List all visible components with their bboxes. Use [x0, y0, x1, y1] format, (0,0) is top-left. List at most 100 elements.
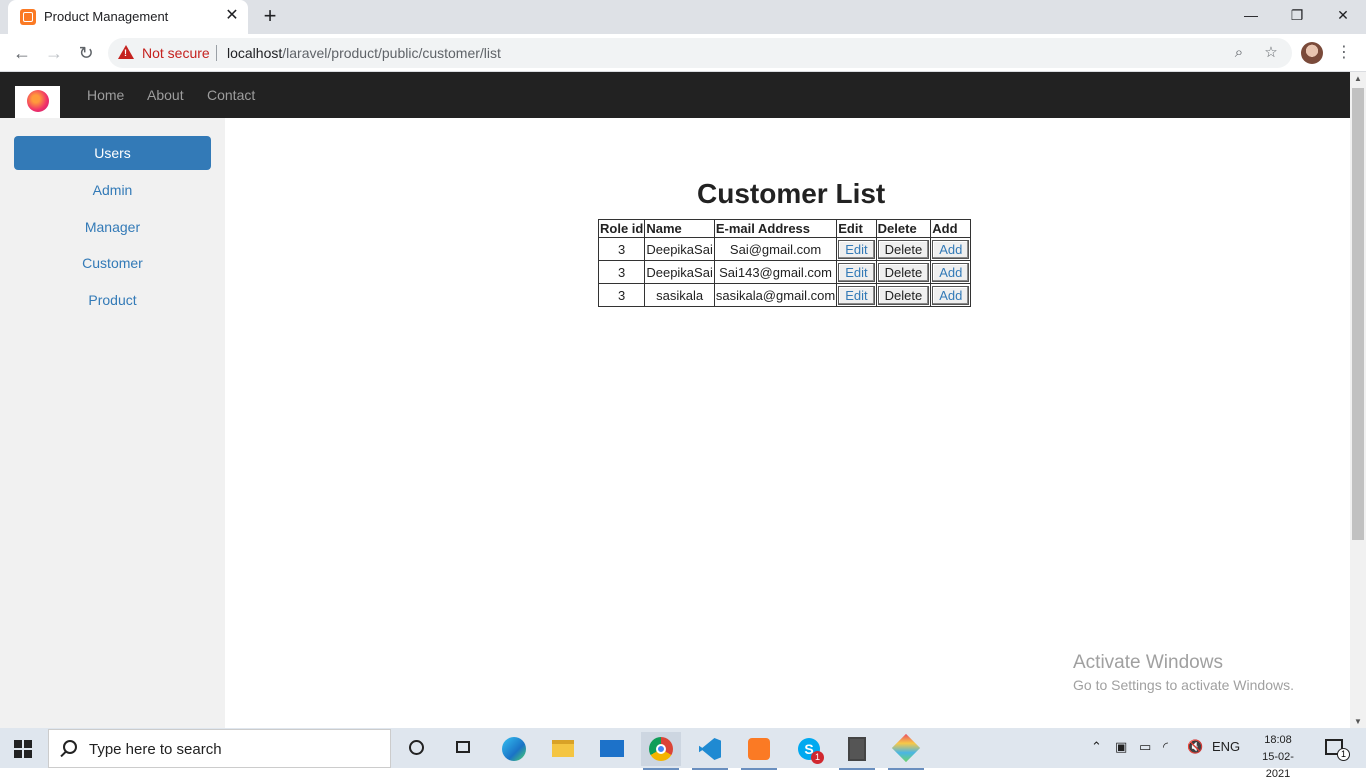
- customer-table: Role id Name E-mail Address Edit Delete …: [597, 219, 972, 307]
- forward-arrow-icon[interactable]: →: [42, 41, 66, 65]
- web-page: Home About Contact Users Admin Manager C…: [0, 72, 1350, 728]
- browser-tabstrip: Product Management ✕ + — ❐ ✕: [0, 0, 1366, 34]
- add-button[interactable]: Add: [932, 285, 970, 305]
- omnibox-divider: [216, 45, 217, 61]
- top-navbar: Home About Contact: [0, 72, 1350, 118]
- cortana-icon[interactable]: [396, 732, 436, 766]
- column-header: Name: [644, 219, 715, 238]
- url-text[interactable]: localhost/laravel/product/public/custome…: [227, 45, 501, 61]
- reload-icon[interactable]: ↻: [74, 41, 98, 65]
- role-id-cell: 3: [597, 260, 646, 284]
- windows-start-icon[interactable]: [14, 740, 32, 758]
- email-cell: Sai143@gmail.com: [713, 260, 838, 284]
- delete-button[interactable]: Delete: [877, 239, 930, 259]
- edit-cell: Edit: [836, 260, 877, 284]
- notification-count: 1: [1337, 748, 1350, 761]
- role-id-cell: 3: [597, 237, 646, 261]
- watermark-title: Activate Windows: [1073, 652, 1223, 673]
- profile-avatar[interactable]: [1301, 42, 1323, 64]
- new-tab-button[interactable]: +: [258, 5, 282, 29]
- watermark-subtitle: Go to Settings to activate Windows.: [1073, 677, 1294, 693]
- scroll-thumb[interactable]: [1352, 88, 1364, 540]
- nav-about-link[interactable]: About: [147, 87, 184, 103]
- restore-button[interactable]: ❐: [1274, 0, 1320, 30]
- calculator-icon[interactable]: [837, 732, 877, 770]
- volume-muted-icon[interactable]: 🔇: [1187, 739, 1203, 755]
- title-area: Customer List: [0, 178, 1350, 218]
- browser-menu-icon[interactable]: ⋮: [1336, 42, 1352, 64]
- xampp-favicon-icon: [20, 9, 36, 25]
- page-title: Customer List: [697, 178, 886, 209]
- battery-icon[interactable]: ▭: [1139, 739, 1151, 755]
- role-id-cell: 3: [597, 283, 646, 307]
- browser-tab[interactable]: Product Management ✕: [8, 0, 248, 34]
- delete-button[interactable]: Delete: [877, 262, 930, 282]
- edit-cell: Edit: [836, 237, 877, 261]
- zoom-icon[interactable]: ⌕: [1229, 43, 1249, 63]
- edge-browser-icon[interactable]: [494, 732, 534, 766]
- email-cell: sasikala@gmail.com: [713, 283, 838, 307]
- edit-button[interactable]: Edit: [838, 262, 875, 282]
- action-center-icon[interactable]: 1: [1325, 739, 1350, 761]
- task-view-icon[interactable]: [444, 732, 484, 766]
- file-explorer-icon[interactable]: [543, 732, 583, 766]
- column-header: Add: [930, 219, 972, 238]
- table-row: 3 sasikala sasikala@gmail.com Edit Delet…: [597, 283, 972, 307]
- table-row: 3 DeepikaSai Sai@gmail.com Edit Delete A…: [597, 237, 972, 261]
- not-secure-label[interactable]: Not secure: [142, 45, 210, 61]
- paint-icon[interactable]: [886, 732, 926, 770]
- mail-icon[interactable]: [592, 732, 632, 766]
- vscode-icon[interactable]: [690, 732, 730, 770]
- chrome-icon[interactable]: [641, 732, 681, 770]
- sidebar-item-users[interactable]: Users: [14, 136, 211, 170]
- language-indicator[interactable]: ENG: [1212, 739, 1240, 754]
- column-header: Edit: [836, 219, 877, 238]
- close-window-button[interactable]: ✕: [1320, 0, 1366, 30]
- back-arrow-icon[interactable]: ←: [10, 41, 34, 65]
- add-cell: Add: [930, 283, 972, 307]
- activate-windows-watermark: Activate Windows Go to Settings to activ…: [1073, 652, 1294, 693]
- tab-close-icon[interactable]: ✕: [222, 6, 242, 26]
- edit-button[interactable]: Edit: [838, 239, 875, 259]
- table-header-row: Role id Name E-mail Address Edit Delete …: [597, 219, 972, 238]
- browser-toolbar: ← → ↻ ! Not secure localhost/laravel/pro…: [0, 34, 1366, 72]
- tab-title: Product Management: [44, 9, 169, 24]
- page-scrollbar[interactable]: ▲ ▼: [1350, 72, 1366, 728]
- search-placeholder: Type here to search: [89, 741, 222, 758]
- scroll-up-arrow-icon[interactable]: ▲: [1354, 74, 1362, 83]
- column-header: E-mail Address: [713, 219, 838, 238]
- column-header: Role id: [597, 219, 646, 238]
- address-bar[interactable]: ! Not secure localhost/laravel/product/p…: [108, 38, 1292, 68]
- add-cell: Add: [930, 237, 972, 261]
- nav-contact-link[interactable]: Contact: [207, 87, 255, 103]
- taskbar-search-box[interactable]: Type here to search: [48, 729, 391, 768]
- delete-cell: Delete: [875, 237, 932, 261]
- delete-cell: Delete: [875, 283, 932, 307]
- add-button[interactable]: Add: [932, 239, 970, 259]
- meet-now-icon[interactable]: ▣: [1115, 739, 1127, 755]
- delete-cell: Delete: [875, 260, 932, 284]
- edit-button[interactable]: Edit: [838, 285, 875, 305]
- add-button[interactable]: Add: [932, 262, 970, 282]
- xampp-icon[interactable]: [739, 732, 779, 770]
- show-hidden-icons-icon[interactable]: ⌃: [1091, 739, 1102, 755]
- skype-icon[interactable]: S 1: [789, 732, 829, 766]
- edit-cell: Edit: [836, 283, 877, 307]
- clock-date: 15-02-2021: [1262, 751, 1294, 780]
- bookmark-star-icon[interactable]: ☆: [1261, 43, 1281, 63]
- windows-taskbar: Type here to search S 1 ⌃ ▣ ▭ ◜ 🔇 ENG 18…: [0, 728, 1366, 780]
- minimize-button[interactable]: —: [1228, 0, 1274, 30]
- clock-time: 18:08: [1264, 734, 1292, 746]
- sidebar-item-customer[interactable]: Customer: [14, 246, 211, 280]
- add-cell: Add: [930, 260, 972, 284]
- firefox-style-logo-icon: [27, 90, 49, 112]
- nav-home-link[interactable]: Home: [87, 87, 124, 103]
- sidebar-item-product[interactable]: Product: [14, 283, 211, 317]
- taskbar-clock[interactable]: 18:08 15-02-2021: [1252, 732, 1304, 783]
- scroll-down-arrow-icon[interactable]: ▼: [1354, 717, 1362, 726]
- delete-button[interactable]: Delete: [877, 285, 930, 305]
- skype-badge: 1: [811, 751, 824, 764]
- brand-logo[interactable]: [15, 86, 60, 118]
- wifi-icon[interactable]: ◜: [1163, 739, 1168, 755]
- email-cell: Sai@gmail.com: [713, 237, 838, 261]
